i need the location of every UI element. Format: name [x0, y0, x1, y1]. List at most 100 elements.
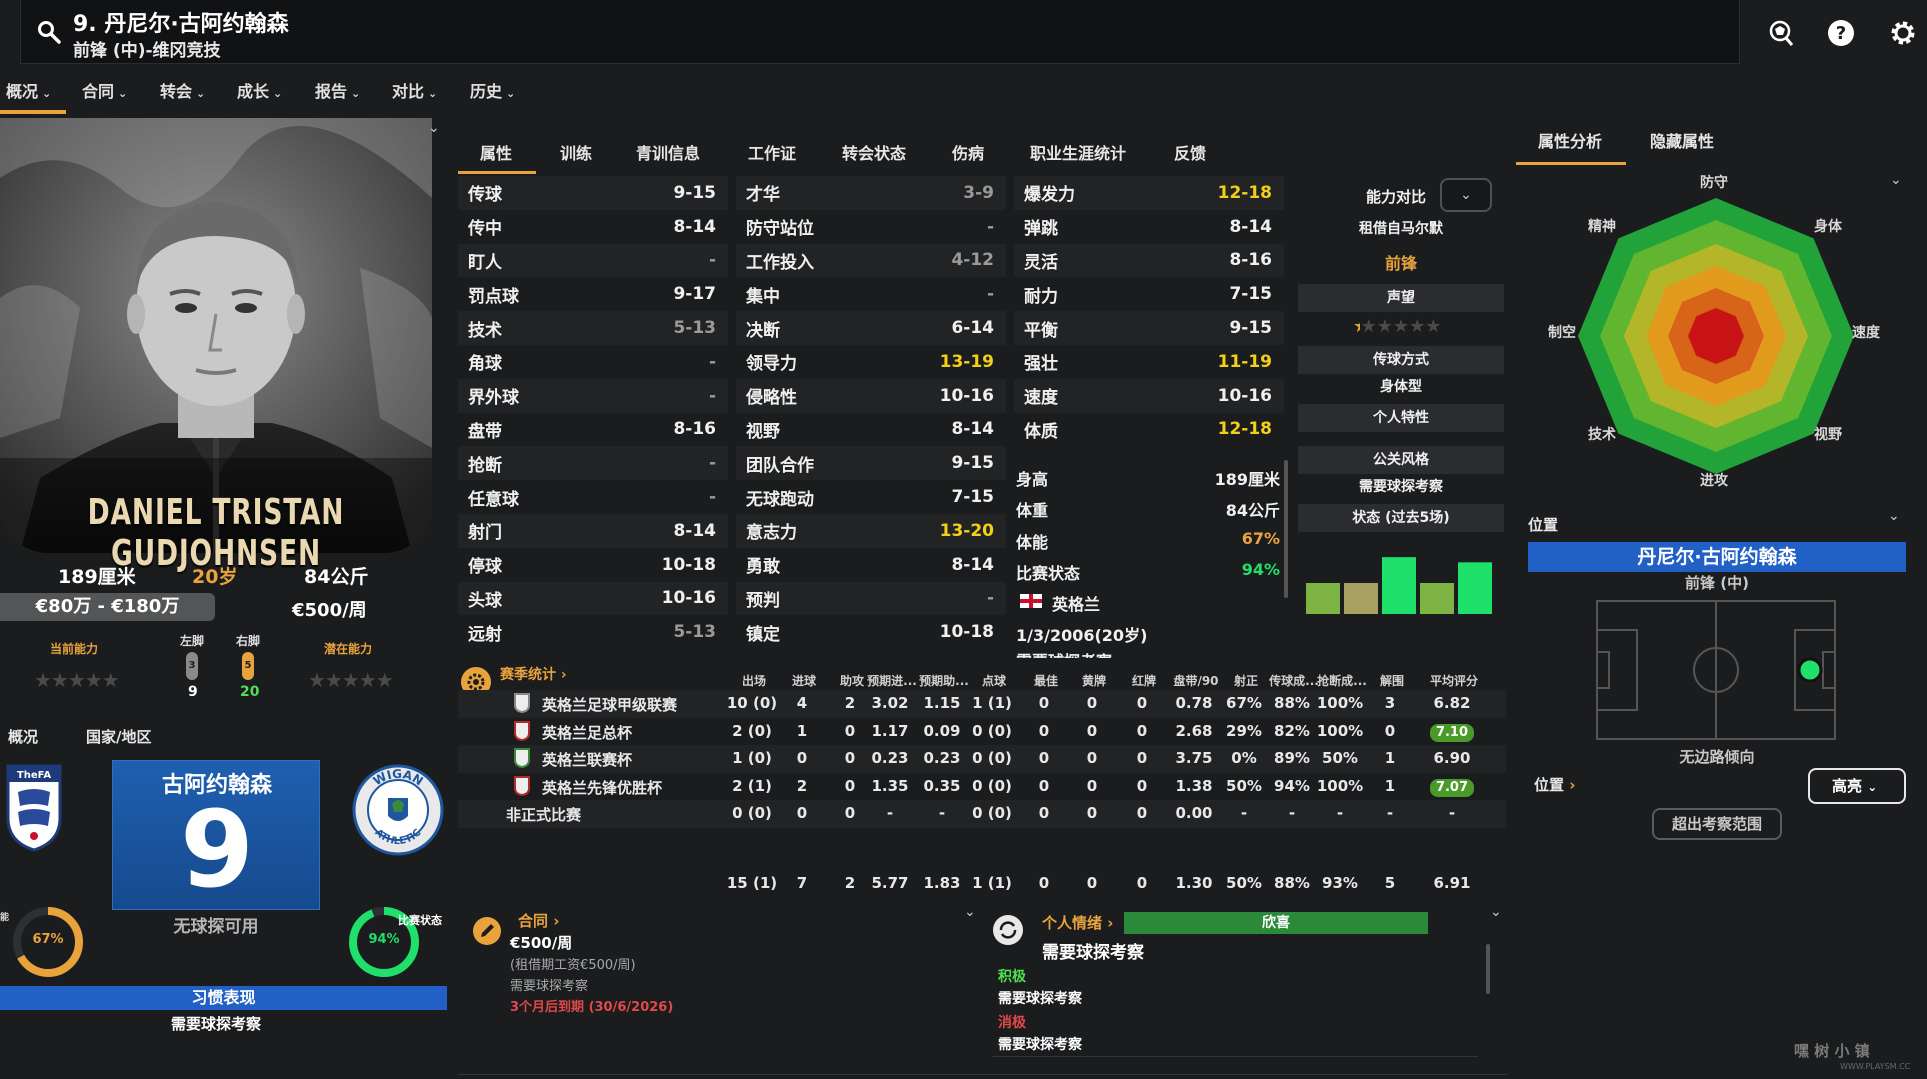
attribute-row[interactable]: 意志力 13-20	[736, 513, 1006, 548]
attribute-row[interactable]: 射门 8-14	[458, 513, 728, 548]
competition-name[interactable]: 英格兰足总杯	[542, 722, 632, 743]
habits-header[interactable]: 习惯表现	[0, 986, 447, 1010]
attribute-row[interactable]: 盘带 8-16	[458, 412, 728, 447]
season-row[interactable]: 英格兰联赛杯 1 (0) 0 0 0.23 0.23 0 (0) 0 0 0 3.75 0% 89% 50…	[458, 745, 1506, 773]
nav-transfer[interactable]: 转会 ⌄	[160, 78, 205, 102]
attribute-row[interactable]: 传球 9-15	[458, 176, 728, 210]
attribute-row[interactable]: 盯人 -	[458, 243, 728, 278]
form-bar[interactable]	[1344, 583, 1378, 614]
attribute-row[interactable]: 强壮 11-19	[1014, 344, 1284, 379]
highlight-dropdown[interactable]: 高亮 ⌄	[1808, 768, 1906, 804]
season-column-header[interactable]: 黄牌	[1068, 672, 1120, 689]
attribute-row[interactable]: 预判 -	[736, 581, 1006, 616]
form-bar[interactable]	[1306, 583, 1340, 614]
form-bar[interactable]	[1382, 557, 1416, 614]
contract-link[interactable]: 合同 ›	[518, 910, 559, 931]
info-scrollbar[interactable]	[1284, 460, 1288, 598]
tab-work-permit[interactable]: 工作证	[748, 140, 796, 164]
media-style-header[interactable]: 公关风格	[1298, 446, 1504, 474]
compare-dropdown[interactable]: ⌄	[1440, 178, 1492, 212]
player-subtitle[interactable]: 前锋 (中)-维冈竞技	[73, 36, 221, 61]
attribute-row[interactable]: 团队合作 9-15	[736, 446, 1006, 481]
tab-injuries[interactable]: 伤病	[952, 140, 984, 164]
attribute-row[interactable]: 耐力 7-15	[1014, 277, 1284, 312]
attribute-row[interactable]: 抢断 -	[458, 446, 728, 481]
nav-development[interactable]: 成长 ⌄	[237, 78, 282, 102]
competition-name[interactable]: 英格兰联赛杯	[542, 749, 632, 770]
attribute-row[interactable]: 视野 8-14	[736, 412, 1006, 447]
attribute-row[interactable]: 无球跑动 7-15	[736, 480, 1006, 514]
season-column-header[interactable]: 预期助...	[918, 672, 970, 689]
attribute-row[interactable]: 远射 5-13	[458, 615, 728, 650]
feelings-link[interactable]: 个人情绪 ›	[1042, 912, 1113, 933]
nav-overview[interactable]: 概况 ⌄	[6, 78, 51, 102]
season-column-header[interactable]: 预期进...	[866, 672, 918, 689]
tab-hidden-attributes[interactable]: 隐藏属性	[1650, 128, 1714, 152]
attribute-row[interactable]: 灵活 8-16	[1014, 243, 1284, 278]
attribute-row[interactable]: 侵略性 10-16	[736, 378, 1006, 413]
tab-feedback[interactable]: 反馈	[1174, 140, 1206, 164]
season-column-header[interactable]: 盘带/90	[1170, 672, 1222, 689]
tab-attributes[interactable]: 属性	[480, 140, 512, 164]
chevron-down-icon[interactable]: ⌄	[964, 904, 976, 920]
loan-from[interactable]: 租借自马尔默	[1298, 218, 1504, 238]
season-column-header[interactable]: 平均评分	[1428, 672, 1480, 689]
attribute-row[interactable]: 平衡 9-15	[1014, 311, 1284, 345]
season-column-header[interactable]: 最佳	[1020, 672, 1072, 689]
gear-icon[interactable]	[1888, 18, 1918, 48]
nav-compare[interactable]: 对比 ⌄	[392, 78, 437, 102]
federation-badge[interactable]: TheFA	[4, 762, 64, 852]
form-last5-header[interactable]: 状态 (过去5场)	[1298, 504, 1504, 532]
traits-header[interactable]: 个人特性	[1298, 404, 1504, 432]
attribute-row[interactable]: 技术 5-13	[458, 311, 728, 345]
season-column-header[interactable]: 点球	[968, 672, 1020, 689]
attribute-row[interactable]: 集中 -	[736, 277, 1006, 312]
club-badge[interactable]: WIGAN ATHLETIC	[352, 764, 444, 856]
competition-name[interactable]: 非正式比赛	[506, 804, 581, 825]
tab-overview-lower[interactable]: 概况	[8, 726, 38, 747]
transfer-value[interactable]: €80万 - €180万	[0, 593, 215, 621]
season-row[interactable]: 英格兰先锋优胜杯 2 (1) 2 0 1.35 0.35 0 (0) 0 0 0 1.38 50% 94…	[458, 772, 1506, 800]
scout-range-button[interactable]: 超出考察范围	[1652, 808, 1782, 840]
attribute-row[interactable]: 决断 6-14	[736, 311, 1006, 345]
tab-career-stats[interactable]: 职业生涯统计	[1030, 140, 1126, 164]
attribute-row[interactable]: 体质 12-18	[1014, 412, 1284, 447]
reputation-header[interactable]: 声望	[1298, 284, 1504, 312]
tab-nation[interactable]: 国家/地区	[86, 726, 151, 747]
season-column-header[interactable]: 传球成...	[1268, 672, 1320, 689]
attribute-row[interactable]: 停球 10-18	[458, 547, 728, 582]
competition-name[interactable]: 英格兰先锋优胜杯	[542, 777, 662, 798]
passing-style-header[interactable]: 传球方式	[1298, 346, 1504, 374]
attribute-row[interactable]: 头球 10-16	[458, 581, 728, 616]
feelings-scrollbar[interactable]	[1486, 944, 1490, 994]
season-column-header[interactable]: 进球	[778, 672, 830, 689]
attribute-row[interactable]: 才华 3-9	[736, 176, 1006, 210]
attribute-row[interactable]: 镇定 10-18	[736, 615, 1006, 650]
season-column-header[interactable]: 红牌	[1118, 672, 1170, 689]
attribute-row[interactable]: 罚点球 9-17	[458, 277, 728, 312]
tab-attribute-analysis[interactable]: 属性分析	[1538, 128, 1602, 152]
scout-icon[interactable]	[1766, 18, 1796, 48]
season-column-header[interactable]: 射正	[1220, 672, 1272, 689]
tab-youth[interactable]: 青训信息	[636, 140, 700, 164]
season-row[interactable]: 英格兰足总杯 2 (0) 1 0 1.17 0.09 0 (0) 0 0 0 2.68 29% 82% 1…	[458, 717, 1506, 745]
chevron-down-icon[interactable]: ⌄	[1888, 508, 1900, 524]
attribute-row[interactable]: 领导力 13-19	[736, 344, 1006, 379]
attribute-row[interactable]: 角球 -	[458, 344, 728, 379]
position-link[interactable]: 位置 ›	[1534, 774, 1575, 795]
tab-transfer-status[interactable]: 转会状态	[842, 140, 906, 164]
attribute-row[interactable]: 弹跳 8-14	[1014, 209, 1284, 244]
search-icon[interactable]	[37, 20, 61, 44]
form-bar[interactable]	[1458, 562, 1492, 614]
help-icon[interactable]: ?	[1826, 18, 1856, 48]
form-bar[interactable]	[1420, 583, 1454, 614]
attribute-row[interactable]: 工作投入 4-12	[736, 243, 1006, 278]
nav-contract[interactable]: 合同 ⌄	[82, 78, 127, 102]
season-column-header[interactable]: 出场	[728, 672, 780, 689]
attribute-row[interactable]: 传中 8-14	[458, 209, 728, 244]
chevron-down-icon[interactable]: ⌄	[1490, 904, 1502, 920]
season-column-header[interactable]: 解围	[1366, 672, 1418, 689]
nav-reports[interactable]: 报告 ⌄	[315, 78, 360, 102]
attribute-row[interactable]: 勇敢 8-14	[736, 547, 1006, 582]
attribute-row[interactable]: 任意球 -	[458, 480, 728, 514]
